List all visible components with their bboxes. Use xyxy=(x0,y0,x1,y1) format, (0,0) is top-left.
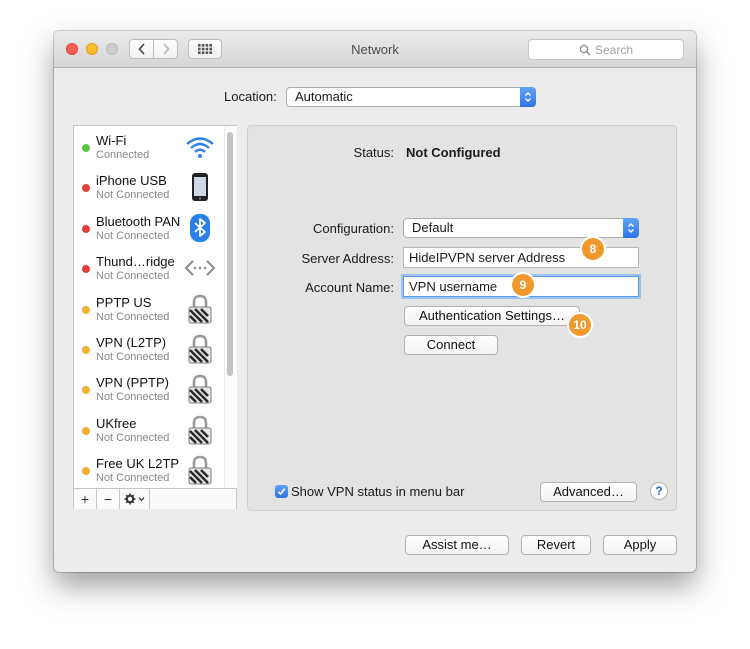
status-dot xyxy=(82,467,90,476)
search-placeholder: Search xyxy=(594,42,634,57)
service-name: PPTP US xyxy=(96,294,152,310)
title-bar: Network Search xyxy=(54,31,696,68)
service-item[interactable]: Wi-Fi Connected xyxy=(74,126,222,166)
bluetooth-icon xyxy=(184,213,216,243)
checkmark-icon xyxy=(277,488,286,496)
service-status: Not Connected xyxy=(96,391,170,404)
status-dot xyxy=(82,224,90,233)
status-dot xyxy=(82,346,90,354)
service-status: Not Connected xyxy=(96,229,170,242)
service-item[interactable]: PPTP US Not Connected xyxy=(74,288,222,328)
configuration-popup[interactable]: Default xyxy=(403,218,639,238)
service-name: Bluetooth PAN xyxy=(96,213,181,229)
callout-badge-10: 10 xyxy=(569,314,591,336)
service-item[interactable]: UKfree Not Connected xyxy=(74,409,222,449)
service-status: Not Connected xyxy=(96,310,170,323)
thunderbolt-bridge-icon xyxy=(184,253,216,283)
status-dot xyxy=(82,386,90,395)
service-item[interactable]: Free UK L2TP Not Connected xyxy=(74,449,222,489)
service-status: Not Connected xyxy=(96,351,170,363)
service-list: Wi-Fi Connected iPhone USB Not Connected Blu… xyxy=(73,125,237,509)
vpn-lock-icon xyxy=(184,374,216,404)
server-address-label: Server Address: xyxy=(301,251,395,266)
service-status: Not Connected xyxy=(96,189,170,202)
service-item[interactable]: Thund…ridge Not Connected xyxy=(74,247,222,287)
status-dot xyxy=(82,426,90,435)
vpn-lock-icon xyxy=(184,334,216,364)
vpn-lock-icon xyxy=(184,455,216,485)
status-dot xyxy=(82,184,90,193)
configuration-value: Default xyxy=(412,220,454,235)
location-label: Location: xyxy=(224,89,277,104)
service-name: Thund…ridge xyxy=(96,254,175,270)
status-dot xyxy=(82,144,90,152)
apply-button[interactable]: Apply xyxy=(603,535,677,555)
configuration-label: Configuration: xyxy=(313,221,394,236)
wifi-icon xyxy=(184,132,216,162)
location-popup[interactable]: Automatic xyxy=(286,87,536,107)
advanced-button[interactable]: Advanced… xyxy=(540,482,637,502)
iphone-icon xyxy=(184,172,216,202)
add-service-button[interactable]: + xyxy=(74,489,97,509)
remove-service-button[interactable]: − xyxy=(97,489,120,509)
service-name: UKfree xyxy=(96,415,137,431)
service-status: Not Connected xyxy=(96,270,170,283)
callout-badge-8: 8 xyxy=(582,238,604,260)
status-value: Not Configured xyxy=(406,145,501,160)
vpn-lock-icon xyxy=(184,294,216,324)
help-button[interactable]: ? xyxy=(650,482,668,500)
service-list-scroll-thumb[interactable] xyxy=(227,132,233,376)
service-item[interactable]: VPN (PPTP) Not Connected xyxy=(74,368,222,408)
search-field[interactable]: Search xyxy=(528,39,684,60)
connect-button[interactable]: Connect xyxy=(404,335,498,355)
service-name: VPN (PPTP) xyxy=(96,375,169,391)
service-name: Free UK L2TP xyxy=(96,456,180,472)
show-vpn-status-checkbox[interactable] xyxy=(275,485,288,498)
vpn-detail-pane: Status: Not Configured Configuration: De… xyxy=(247,125,677,511)
service-actions-menu[interactable] xyxy=(120,489,150,509)
popup-arrows-icon xyxy=(623,218,639,238)
status-dot xyxy=(82,265,90,274)
vpn-lock-icon xyxy=(184,415,216,445)
gear-icon xyxy=(124,493,144,505)
search-icon xyxy=(579,44,591,55)
service-item[interactable]: Bluetooth PAN Not Connected xyxy=(74,207,222,247)
status-label: Status: xyxy=(353,145,394,160)
service-status: Not Connected xyxy=(96,472,170,485)
service-name: VPN (L2TP) xyxy=(96,335,167,350)
service-status: Not Connected xyxy=(96,431,170,444)
status-dot xyxy=(82,305,90,314)
authentication-settings-button[interactable]: Authentication Settings… xyxy=(404,306,580,326)
popup-arrows-icon xyxy=(520,87,536,107)
service-list-actions: + − xyxy=(74,488,236,509)
network-preferences-window: Network Search Location: Automatic Wi-Fi… xyxy=(54,31,696,572)
service-item[interactable]: iPhone USB Not Connected xyxy=(74,166,222,206)
account-name-label: Account Name: xyxy=(305,280,394,295)
service-status: Connected xyxy=(96,149,150,161)
assist-me-button[interactable]: Assist me… xyxy=(405,535,509,555)
show-vpn-status-label: Show VPN status in menu bar xyxy=(291,484,465,499)
location-value: Automatic xyxy=(295,89,353,104)
revert-button[interactable]: Revert xyxy=(521,535,591,555)
service-name: iPhone USB xyxy=(96,173,167,189)
service-item[interactable]: VPN (L2TP) Not Connected xyxy=(74,328,222,368)
callout-badge-9: 9 xyxy=(512,274,534,296)
service-name: Wi-Fi xyxy=(96,133,127,148)
